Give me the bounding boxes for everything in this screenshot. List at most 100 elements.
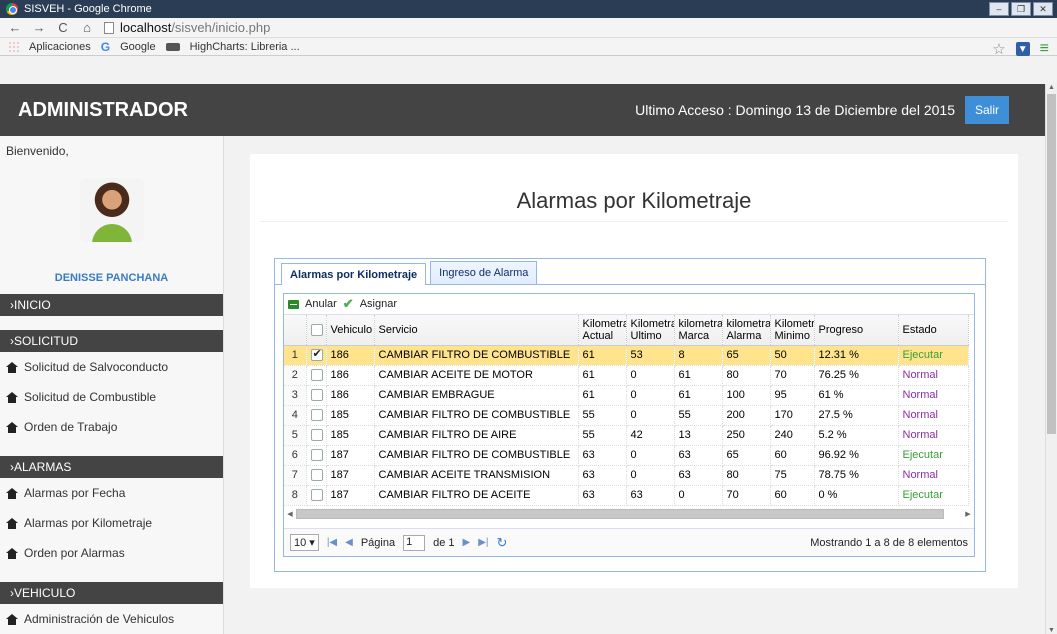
cell-servicio: CAMBIAR FILTRO DE COMBUSTIBLE	[374, 405, 579, 426]
sidebar-item-label: Alarmas por Fecha	[24, 486, 126, 500]
row-checkbox-box[interactable]	[310, 429, 323, 442]
page-scroll-thumb[interactable]	[1047, 94, 1056, 434]
home-icon	[6, 487, 18, 499]
table-row[interactable]: 6 187 CAMBIAR FILTRO DE COMBUSTIBLE 63 0 63 65…	[284, 445, 969, 466]
row-checkbox[interactable]	[306, 485, 327, 506]
sidebar-item-admin-vehiculos[interactable]: Administración de Vehiculos	[0, 604, 223, 634]
row-checkbox[interactable]	[306, 345, 327, 366]
first-page-icon[interactable]: |◀	[327, 537, 337, 548]
header-line: Alarma	[726, 329, 762, 342]
header-vehiculo[interactable]: Vehiculo	[326, 315, 375, 346]
url-path: /sisveh/inicio.php	[171, 20, 271, 35]
select-all-checkbox[interactable]	[310, 323, 323, 336]
bookmark-star-icon[interactable]: ☆	[992, 40, 1005, 58]
row-checkbox[interactable]	[306, 365, 327, 386]
table-row[interactable]: 2 186 CAMBIAR ACEITE DE MOTOR 61 0 61 80 70 76.2…	[284, 365, 969, 386]
cell-vehiculo: 186	[326, 365, 375, 386]
section-vehiculo[interactable]: ›VEHICULO	[0, 582, 223, 604]
page-input[interactable]: 1	[403, 534, 426, 551]
header-km-ultimo[interactable]: KilometrajUltimo	[626, 315, 675, 346]
tab-ingreso-alarma[interactable]: Ingreso de Alarma	[430, 261, 538, 284]
maximize-icon[interactable]: ❐	[1011, 2, 1031, 16]
bookmark-highcharts[interactable]: HighCharts: Libreria ...	[190, 41, 300, 53]
table-row[interactable]: 4 185 CAMBIAR FILTRO DE COMBUSTIBLE 55 0 55 20…	[284, 405, 969, 426]
table-row[interactable]: 8 187 CAMBIAR FILTRO DE ACEITE 63 63 0 70 60 0 %…	[284, 485, 969, 506]
bookmark-google[interactable]: Google	[120, 41, 155, 53]
row-checkbox[interactable]	[306, 445, 327, 466]
refresh-icon[interactable]: ↻	[497, 535, 508, 551]
header-km-minimo[interactable]: KilometrajMinimo	[770, 315, 815, 346]
section-alarmas[interactable]: ›ALARMAS	[0, 456, 223, 478]
bookmark-apps[interactable]: Aplicaciones	[29, 41, 91, 53]
row-checkbox-box[interactable]	[310, 389, 323, 402]
row-checkbox-box[interactable]	[310, 347, 323, 362]
row-checkbox[interactable]	[306, 465, 327, 486]
section-inicio[interactable]: ›INICIO	[0, 294, 223, 316]
cell-km-minimo: 95	[770, 385, 815, 406]
table-row[interactable]: 1 186CAMBIAR FILTRO DE COMBUSTIBLE6153865…	[284, 345, 969, 366]
cell-progreso: 78.75 %	[814, 465, 899, 486]
section-solicitud[interactable]: ›SOLICITUD	[0, 330, 223, 352]
page-scrollbar[interactable]: ▲ ▼	[1045, 84, 1057, 634]
header-km-actual[interactable]: KilometrajActual	[578, 315, 627, 346]
cell-km-minimo: 240	[770, 425, 815, 446]
cell-vehiculo: 187	[326, 445, 375, 466]
cell-estado: Ejecutar	[898, 445, 969, 466]
sidebar-item-orden-alarmas[interactable]: Orden por Alarmas	[0, 538, 223, 568]
forward-icon[interactable]: →	[32, 20, 46, 35]
scroll-thumb[interactable]	[296, 508, 944, 519]
sidebar-item-combustible[interactable]: Solicitud de Combustible	[0, 382, 223, 412]
table-row[interactable]: 3 186 CAMBIAR EMBRAGUE 61 0 61 100 95 61 % Normal	[284, 385, 969, 406]
anular-button[interactable]: Anular	[305, 298, 337, 310]
minimize-icon[interactable]: –	[989, 2, 1009, 16]
header-estado[interactable]: Estado	[898, 315, 969, 346]
tabs-panel: Alarmas por Kilometraje Ingreso de Alarm…	[274, 258, 986, 572]
scroll-right-icon[interactable]: ▶	[962, 510, 974, 518]
row-checkbox[interactable]	[306, 425, 327, 446]
row-checkbox-box[interactable]	[310, 489, 323, 502]
browser-toolbar: ← → C ⌂ localhost/sisveh/inicio.php	[0, 18, 1057, 38]
extension-icon[interactable]: ▼	[1015, 42, 1030, 56]
back-icon[interactable]: ←	[8, 20, 22, 35]
row-checkbox-box[interactable]	[310, 409, 323, 422]
tab-alarmas-kilometraje[interactable]: Alarmas por Kilometraje	[281, 263, 427, 285]
header-servicio[interactable]: Servicio	[374, 315, 579, 346]
address-bar[interactable]: localhost/sisveh/inicio.php	[104, 20, 270, 35]
header-km-marca[interactable]: kilometrajeMarca	[674, 315, 723, 346]
asignar-button[interactable]: Asignar	[360, 298, 397, 310]
last-page-icon[interactable]: ▶|	[478, 537, 488, 548]
avatar	[79, 178, 144, 242]
scroll-up-icon[interactable]: ▲	[1048, 84, 1055, 91]
header-line: Ultimo	[630, 329, 662, 342]
prev-page-icon[interactable]: ◀	[345, 537, 353, 548]
row-number: 3	[284, 385, 307, 406]
window-controls: – ❐ ✕	[989, 2, 1053, 16]
home-button-icon[interactable]: ⌂	[80, 20, 94, 35]
row-number: 6	[284, 445, 307, 466]
row-checkbox-box[interactable]	[310, 449, 323, 462]
alarms-table: Vehiculo Servicio KilometrajActual Kilom…	[284, 315, 969, 506]
table-row[interactable]: 7 187 CAMBIAR ACEITE TRANSMISION 63 0 63 80 75 7…	[284, 465, 969, 486]
reload-icon[interactable]: C	[56, 20, 70, 35]
cell-servicio: CAMBIAR ACEITE DE MOTOR	[374, 365, 579, 386]
header-checkbox[interactable]	[306, 315, 327, 346]
scroll-down-icon[interactable]: ▼	[1048, 627, 1055, 634]
table-row[interactable]: 5 185 CAMBIAR FILTRO DE AIRE 55 42 13 250 240 5.…	[284, 425, 969, 446]
row-checkbox[interactable]	[306, 385, 327, 406]
horizontal-scrollbar[interactable]: ◀ ▶	[284, 508, 974, 520]
next-page-icon[interactable]: ▶	[463, 537, 471, 548]
sidebar-item-alarmas-kilometraje[interactable]: Alarmas por Kilometraje	[0, 508, 223, 538]
scroll-left-icon[interactable]: ◀	[284, 510, 296, 518]
row-checkbox[interactable]	[306, 405, 327, 426]
page-size-select[interactable]: 10 ▾	[290, 534, 319, 551]
sidebar-item-alarmas-fecha[interactable]: Alarmas por Fecha	[0, 478, 223, 508]
row-checkbox-box[interactable]	[310, 369, 323, 382]
chrome-menu-icon[interactable]: ≡	[1040, 40, 1049, 58]
row-checkbox-box[interactable]	[310, 469, 323, 482]
header-km-alarma[interactable]: kilometrajeAlarma	[722, 315, 771, 346]
logout-button[interactable]: Salir	[964, 96, 1009, 124]
header-progreso[interactable]: Progreso	[814, 315, 899, 346]
close-icon[interactable]: ✕	[1033, 2, 1053, 16]
sidebar-item-salvoconducto[interactable]: Solicitud de Salvoconducto	[0, 352, 223, 382]
sidebar-item-orden-trabajo[interactable]: Orden de Trabajo	[0, 412, 223, 442]
